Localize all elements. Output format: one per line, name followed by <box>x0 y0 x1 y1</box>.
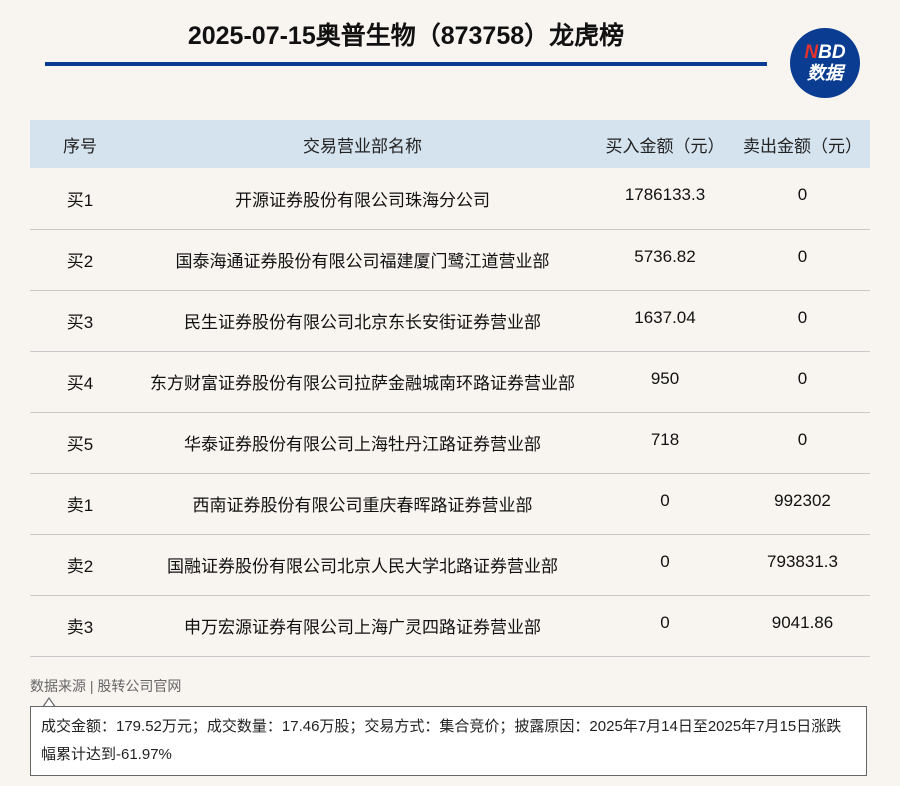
row-index: 买1 <box>66 190 94 210</box>
col-header-buy: 买入金额（元） <box>605 136 725 156</box>
row-buy: 0 <box>660 612 670 632</box>
row-sell: 0 <box>797 246 808 266</box>
col-header-sell: 卖出金额（元） <box>743 136 862 156</box>
row-branch: 民生证券股份有限公司北京东长安街证券营业部 <box>184 313 541 332</box>
row-buy: 0 <box>660 490 670 510</box>
row-index: 买2 <box>66 252 94 271</box>
row-sell: 0 <box>797 368 808 388</box>
row-index: 买5 <box>66 435 94 454</box>
row-sell: 0 <box>797 429 808 449</box>
row-index: 卖1 <box>66 496 94 515</box>
row-buy: 1637.04 <box>634 307 696 327</box>
data-source: 数据来源 | 股转公司官网 <box>30 678 182 694</box>
logo-bottom-text: 数据 <box>807 63 843 83</box>
row-branch: 国融证券股份有限公司北京人民大学北路证券营业部 <box>167 557 558 576</box>
row-buy: 950 <box>650 368 680 388</box>
row-buy: 5736.82 <box>634 246 696 266</box>
trade-summary-note: 成交金额：179.52万元；成交数量：17.46万股；交易方式：集合竞价；披露原… <box>30 706 867 776</box>
col-header-branch: 交易营业部名称 <box>303 136 422 156</box>
row-buy: 0 <box>660 551 670 571</box>
table-row: 买5 华泰证券股份有限公司上海牡丹江路证券营业部 718 0 <box>30 412 870 473</box>
row-index: 买4 <box>66 374 94 393</box>
row-sell: 0 <box>797 185 808 205</box>
row-index: 卖3 <box>66 618 94 637</box>
row-sell: 992302 <box>774 490 831 510</box>
row-branch: 开源证券股份有限公司珠海分公司 <box>235 190 490 210</box>
table-row: 买4 东方财富证券股份有限公司拉萨金融城南环路证券营业部 950 0 <box>30 351 870 412</box>
table-row: 买1 开源证券股份有限公司珠海分公司 1786133.3 0 <box>30 168 870 229</box>
table-row: 买2 国泰海通证券股份有限公司福建厦门鹭江道营业部 5736.82 0 <box>30 229 870 290</box>
table-row: 买3 民生证券股份有限公司北京东长安街证券营业部 1637.04 0 <box>30 290 870 351</box>
row-buy: 718 <box>650 429 680 449</box>
row-branch: 东方财富证券股份有限公司拉萨金融城南环路证券营业部 <box>150 374 575 393</box>
row-index: 卖2 <box>66 557 94 576</box>
logo-top-text: NBD <box>804 42 846 63</box>
row-branch: 国泰海通证券股份有限公司福建厦门鹭江道营业部 <box>175 252 550 271</box>
row-sell: 9041.86 <box>771 612 834 632</box>
row-buy: 1786133.3 <box>624 185 706 205</box>
col-header-index: 序号 <box>63 136 97 156</box>
row-branch: 申万宏源证券有限公司上海广灵四路证券营业部 <box>184 618 541 637</box>
table-row: 卖2 国融证券股份有限公司北京人民大学北路证券营业部 0 793831.3 <box>30 534 870 595</box>
row-index: 买3 <box>66 313 94 332</box>
nbd-logo: NBD 数据 <box>790 28 860 98</box>
table-row: 卖1 西南证券股份有限公司重庆春晖路证券营业部 0 992302 <box>30 473 870 534</box>
row-sell: 793831.3 <box>767 551 838 571</box>
title-underline <box>45 62 767 66</box>
row-branch: 华泰证券股份有限公司上海牡丹江路证券营业部 <box>184 435 541 454</box>
table-header-row: 序号 交易营业部名称 买入金额（元） 卖出金额（元） <box>30 120 870 168</box>
dragon-tiger-table: 序号 交易营业部名称 买入金额（元） 卖出金额（元） 买1 开源证券股份有限公司… <box>30 120 870 657</box>
table-row: 卖3 申万宏源证券有限公司上海广灵四路证券营业部 0 9041.86 <box>30 595 870 656</box>
row-branch: 西南证券股份有限公司重庆春晖路证券营业部 <box>192 496 533 515</box>
page-title: 2025-07-15奥普生物（873758）龙虎榜 <box>187 22 625 50</box>
row-sell: 0 <box>797 307 808 327</box>
